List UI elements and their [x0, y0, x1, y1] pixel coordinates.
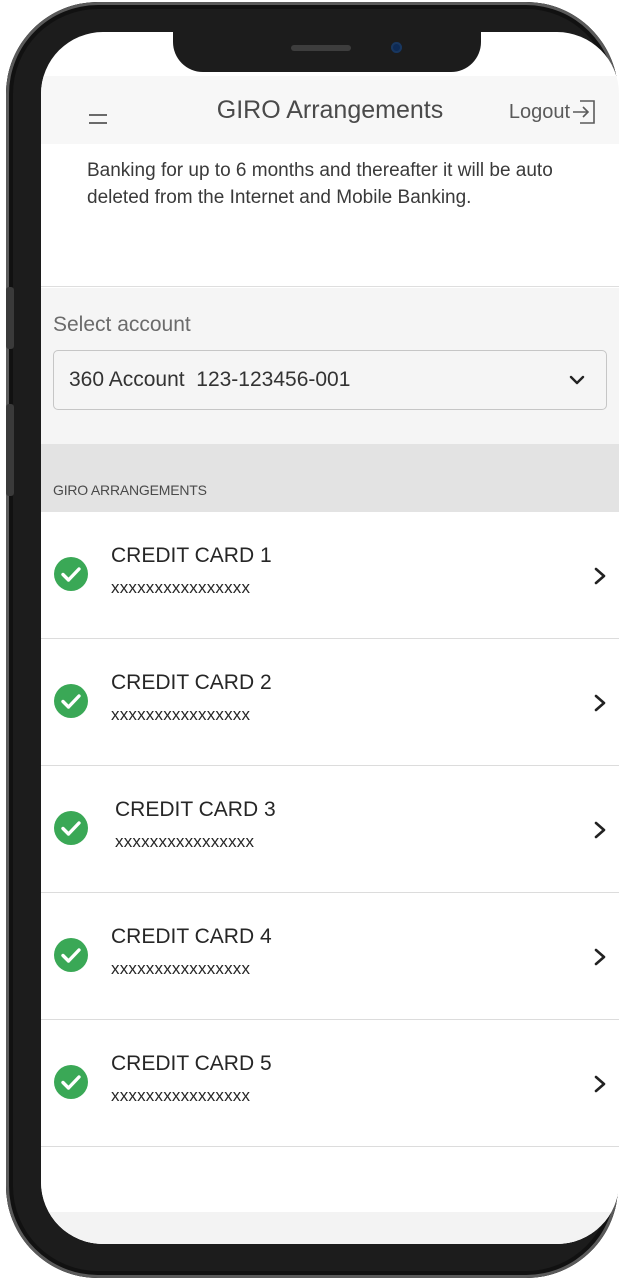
section-title: GIRO ARRANGEMENTS [53, 482, 207, 498]
giro-section-header: GIRO ARRANGEMENTS [41, 444, 619, 512]
logout-label: Logout [508, 100, 570, 123]
card-number: xxxxxxxxxxxxxxxx [111, 578, 251, 597]
card-title: CREDIT CARD 4 [111, 925, 272, 948]
list-item[interactable]: CREDIT CARD 3 xxxxxxxxxxxxxxxx [41, 766, 619, 893]
list-item[interactable]: CREDIT CARD 2 xxxxxxxxxxxxxxxx [41, 639, 619, 766]
chevron-right-icon [594, 948, 606, 966]
account-dropdown[interactable]: 360 Account 123-123456-001 [53, 350, 607, 410]
speaker-grille [291, 45, 351, 51]
volume-down-button [6, 404, 14, 496]
chevron-down-icon [569, 375, 585, 385]
list-item[interactable]: CREDIT CARD 4 xxxxxxxxxxxxxxxx [41, 893, 619, 1020]
card-number: xxxxxxxxxxxxxxxx [111, 959, 251, 978]
card-title: CREDIT CARD 2 [111, 671, 272, 694]
giro-list: CREDIT CARD 1 xxxxxxxxxxxxxxxx CREDIT CA… [41, 512, 619, 1244]
card-title: CREDIT CARD 3 [115, 798, 276, 821]
front-camera-icon [391, 42, 402, 53]
logout-arrow-icon [573, 100, 595, 124]
account-label: Select account [53, 313, 191, 336]
check-circle-icon [54, 557, 88, 591]
check-circle-icon [54, 938, 88, 972]
check-circle-icon [54, 811, 88, 845]
account-selected-value: 360 Account 123-123456-001 [69, 368, 351, 391]
notice-clipped-line [87, 144, 577, 157]
card-number: xxxxxxxxxxxxxxxx [115, 832, 255, 851]
logout-button[interactable]: Logout [509, 98, 597, 126]
chevron-right-icon [594, 821, 606, 839]
account-section: Select account 360 Account 123-123456-00… [41, 288, 619, 444]
card-number: xxxxxxxxxxxxxxxx [111, 1086, 251, 1105]
card-title: CREDIT CARD 1 [111, 544, 272, 567]
bottom-bar [41, 1212, 619, 1244]
notch [173, 32, 481, 72]
check-circle-icon [54, 684, 88, 718]
phone-frame: GIRO Arrangements Logout Banking for up … [6, 2, 619, 1278]
list-item[interactable]: CREDIT CARD 1 xxxxxxxxxxxxxxxx [41, 512, 619, 639]
volume-up-button [6, 287, 14, 349]
chevron-right-icon [594, 1075, 606, 1093]
notice-text: Banking for up to 6 months and thereafte… [87, 144, 577, 211]
card-number: xxxxxxxxxxxxxxxx [111, 705, 251, 724]
chevron-right-icon [594, 694, 606, 712]
notice-panel: Banking for up to 6 months and thereafte… [41, 144, 619, 287]
list-item[interactable]: CREDIT CARD 5 xxxxxxxxxxxxxxxx [41, 1020, 619, 1147]
app-header: GIRO Arrangements Logout [41, 76, 619, 144]
phone-screen: GIRO Arrangements Logout Banking for up … [41, 32, 619, 1244]
chevron-right-icon [594, 567, 606, 585]
notice-body: Banking for up to 6 months and thereafte… [87, 160, 553, 208]
check-circle-icon [54, 1065, 88, 1099]
card-title: CREDIT CARD 5 [111, 1052, 272, 1075]
